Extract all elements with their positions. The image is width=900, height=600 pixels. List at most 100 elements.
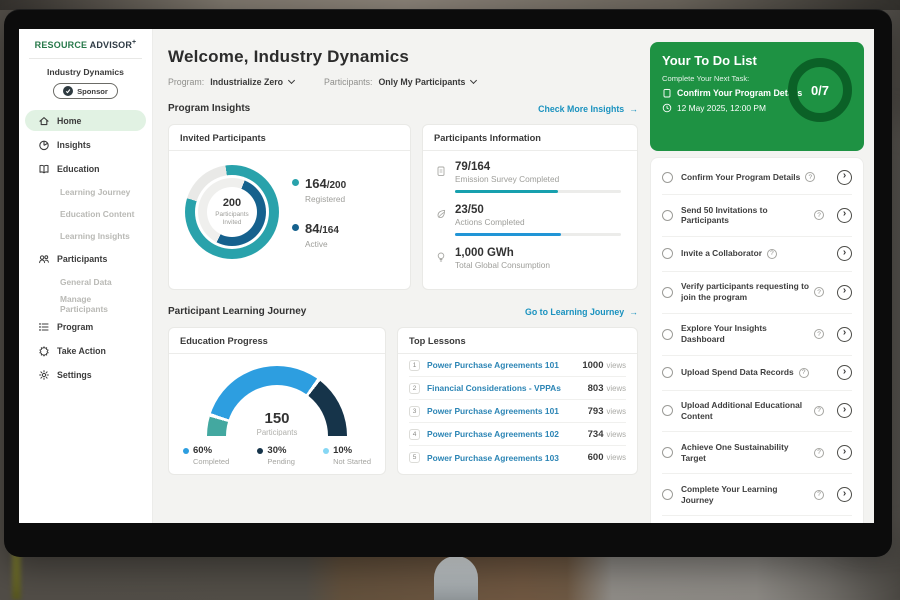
task-checkbox[interactable] (662, 210, 673, 221)
lesson-views-count: 734 (588, 429, 604, 440)
legend-item-completed: 60%Completed (183, 445, 229, 466)
go-to-learning-journey-link[interactable]: Go to Learning Journey → (525, 307, 638, 317)
task-checkbox[interactable] (662, 447, 673, 458)
legend-dot (323, 448, 329, 454)
logo-plus: + (132, 39, 136, 46)
app-logo[interactable]: RESOURCE ADVISOR+ (19, 39, 152, 50)
participants-filter-dropdown[interactable]: Participants: Only My Participants (324, 77, 476, 87)
task-chevron-button[interactable]: › (837, 246, 852, 261)
help-icon[interactable]: ? (814, 287, 824, 297)
task-chevron-button[interactable]: › (837, 327, 852, 342)
task-checkbox[interactable] (662, 329, 673, 340)
stat-emission-survey: 79/164 Emission Survey Completed (435, 161, 625, 193)
chevron-down-icon (470, 77, 477, 84)
invited-participants-card: Invited Participants 200 Participants In… (168, 124, 411, 290)
legend-value: 10% (333, 445, 371, 456)
monitor-bezel: RESOURCE ADVISOR+ Industry Dynamics Spon… (4, 9, 892, 557)
education-progress-gauge-chart: 150 Participants (207, 366, 347, 436)
task-chevron-button[interactable]: › (837, 285, 852, 300)
sidebar-item-learning-insights[interactable]: Learning Insights (25, 226, 146, 245)
help-icon[interactable]: ? (814, 406, 824, 416)
active-value: 84 (305, 221, 319, 236)
help-icon[interactable]: ? (814, 490, 824, 500)
chevron-down-icon (288, 77, 295, 84)
sponsor-badge[interactable]: Sponsor (53, 83, 118, 99)
help-icon[interactable]: ? (814, 448, 824, 458)
stat-value: 1,000 GWh (455, 247, 621, 259)
lesson-row: 4 Power Purchase Agreements 102 734 view… (409, 423, 626, 446)
task-chevron-button[interactable]: › (837, 445, 852, 460)
legend-value: 30% (267, 445, 295, 456)
lesson-link[interactable]: Power Purchase Agreements 103 (427, 453, 588, 463)
top-lessons-card: Top Lessons 1 Power Purchase Agreements … (397, 327, 638, 475)
task-checkbox[interactable] (662, 248, 673, 259)
sidebar-item-general-data[interactable]: General Data (25, 272, 146, 291)
legend-item-active: 84/164 Active (292, 220, 346, 249)
sidebar-item-home[interactable]: Home (25, 110, 146, 131)
stat-label: Total Global Consumption (455, 260, 621, 270)
task-checkbox[interactable] (662, 367, 673, 378)
sidebar-item-manage-participants[interactable]: Manage Participants (25, 294, 146, 313)
sidebar-item-label: Settings (57, 370, 92, 380)
check-more-insights-link[interactable]: Check More Insights → (538, 104, 638, 114)
insights-icon (38, 139, 50, 151)
clipboard-icon (662, 88, 672, 98)
donut-legend: 164/200 Registered 84/164 Active (292, 175, 346, 249)
filter-value: Only My Participants (378, 77, 465, 87)
todo-task-row: Complete Your Learning Journey ? › (662, 474, 852, 516)
education-progress-card: Education Progress 150 Participants (168, 327, 386, 475)
learning-journey-header: Participant Learning Journey Go to Learn… (168, 306, 650, 317)
registered-total: /200 (327, 180, 346, 191)
lesson-link[interactable]: Financial Considerations - VPPAs (427, 383, 588, 393)
sidebar-item-learning-journey[interactable]: Learning Journey (25, 182, 146, 201)
page-title: Welcome, Industry Dynamics (168, 47, 650, 67)
lesson-link[interactable]: Power Purchase Agreements 102 (427, 429, 588, 439)
task-chevron-button[interactable]: › (837, 403, 852, 418)
lesson-row: 5 Power Purchase Agreements 103 600 view… (409, 446, 626, 469)
sidebar-item-label: Education (57, 164, 100, 174)
actions-icon (435, 208, 447, 220)
task-chevron-button[interactable]: › (837, 487, 852, 502)
task-checkbox[interactable] (662, 405, 673, 416)
task-chevron-button[interactable]: › (837, 170, 852, 185)
sidebar-item-education[interactable]: Education (25, 158, 146, 179)
task-label: Complete Your Learning Journey (681, 484, 809, 506)
task-chevron-button[interactable]: › (837, 365, 852, 380)
task-checkbox[interactable] (662, 489, 673, 500)
sidebar-item-program[interactable]: Program (25, 316, 146, 337)
help-icon[interactable]: ? (814, 210, 824, 220)
legend-label: Pending (267, 457, 295, 466)
task-checkbox[interactable] (662, 172, 673, 183)
sidebar-item-education-content[interactable]: Education Content (25, 204, 146, 223)
section-title: Program Insights (168, 103, 250, 114)
task-label: Send 50 Invitations to Participants (681, 205, 809, 227)
sidebar-item-participants[interactable]: Participants (25, 248, 146, 269)
collapse-tasks-link[interactable]: Collapse Tasks (662, 516, 852, 523)
education-icon (38, 163, 50, 175)
clock-icon (662, 103, 672, 113)
todo-progress-count: 0/7 (811, 83, 829, 98)
help-icon[interactable]: ? (767, 249, 777, 259)
lesson-row: 1 Power Purchase Agreements 101 1000 vie… (409, 354, 626, 377)
sidebar-item-take-action[interactable]: Take Action (25, 340, 146, 361)
section-title: Participant Learning Journey (168, 306, 306, 317)
task-label: Upload Spend Data Records (681, 367, 794, 378)
task-chevron-button[interactable]: › (837, 208, 852, 223)
lesson-rank-badge: 1 (409, 360, 420, 371)
sidebar-item-settings[interactable]: Settings (25, 364, 146, 385)
lesson-views-suffix: views (607, 361, 627, 370)
sidebar-item-label: Take Action (57, 346, 106, 356)
task-checkbox[interactable] (662, 287, 673, 298)
help-icon[interactable]: ? (814, 329, 824, 339)
gauge-participants-count: 150 (207, 410, 347, 427)
sidebar-item-insights[interactable]: Insights (25, 134, 146, 155)
gauge-center-label: 150 Participants (207, 410, 347, 436)
lesson-link[interactable]: Power Purchase Agreements 101 (427, 360, 582, 370)
help-icon[interactable]: ? (805, 172, 815, 182)
lesson-views-suffix: views (607, 430, 627, 439)
help-icon[interactable]: ? (799, 368, 809, 378)
program-filter-dropdown[interactable]: Program: Industrialize Zero (168, 77, 294, 87)
gauge-participants-label: Participants (207, 428, 347, 436)
lesson-views-suffix: views (607, 453, 627, 462)
lesson-link[interactable]: Power Purchase Agreements 101 (427, 406, 588, 416)
